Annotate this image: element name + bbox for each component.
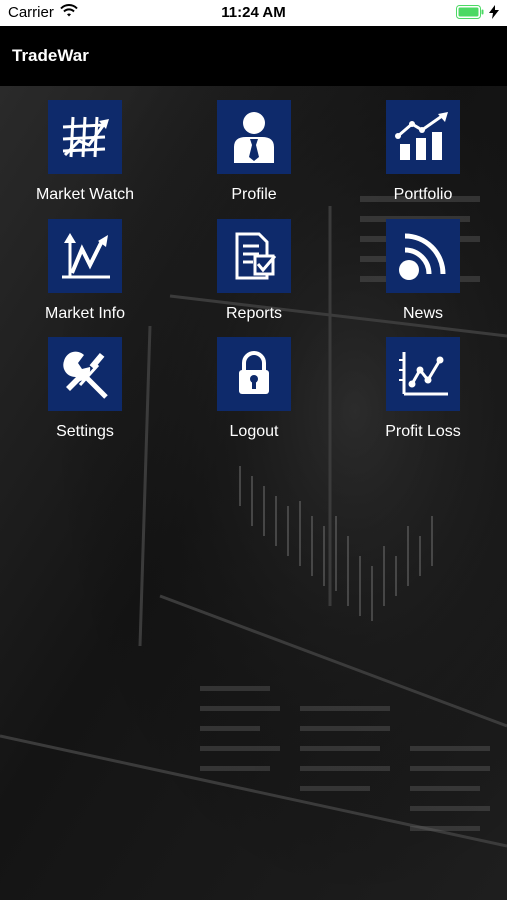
- market-watch-tile[interactable]: [48, 100, 122, 174]
- user-icon: [234, 112, 274, 163]
- portfolio-label: Portfolio: [393, 186, 453, 203]
- battery-icon: [456, 5, 484, 23]
- menu-item-news[interactable]: News: [348, 219, 498, 323]
- wrench-screwdriver-icon: [63, 351, 108, 399]
- menu-item-profit-loss[interactable]: Profit Loss: [348, 337, 498, 441]
- market-watch-label: Market Watch: [35, 186, 135, 203]
- profile-label: Profile: [231, 186, 277, 203]
- settings-tile[interactable]: [48, 337, 122, 411]
- menu-item-portfolio[interactable]: Portfolio: [348, 100, 498, 204]
- reports-tile[interactable]: [217, 219, 291, 293]
- market-info-tile[interactable]: [48, 219, 122, 293]
- settings-label: Settings: [56, 423, 114, 440]
- logout-label: Logout: [229, 423, 279, 440]
- background-trading-screen: [0, 86, 507, 900]
- lock-icon: [239, 351, 269, 394]
- charging-bolt-icon: [489, 5, 499, 23]
- profile-tile[interactable]: [217, 100, 291, 174]
- status-time: 11:24 AM: [221, 4, 286, 21]
- menu-item-market-info[interactable]: Market Info: [10, 219, 160, 323]
- reports-label: Reports: [225, 305, 283, 322]
- rss-icon: [399, 233, 446, 280]
- status-right: [456, 5, 499, 23]
- menu-item-market-watch[interactable]: Market Watch: [10, 100, 160, 204]
- app-title: TradeWar: [12, 46, 89, 65]
- menu-item-profile[interactable]: Profile: [179, 100, 329, 204]
- navigation-bar: TradeWar: [0, 26, 507, 86]
- news-tile[interactable]: [386, 219, 460, 293]
- line-chart-icon: [62, 233, 110, 279]
- report-check-icon: [235, 232, 277, 280]
- portfolio-tile[interactable]: [386, 100, 460, 174]
- chart-grid-icon: [62, 116, 109, 158]
- menu-item-settings[interactable]: Settings: [10, 337, 160, 441]
- profit-loss-tile[interactable]: [386, 337, 460, 411]
- market-info-label: Market Info: [44, 305, 126, 322]
- status-bar: Carrier 11:24 AM: [0, 0, 507, 26]
- scatter-line-icon: [399, 352, 448, 396]
- app-screen: Carrier 11:24 AM TradeWar Market Watch P…: [0, 0, 507, 900]
- menu-item-reports[interactable]: Reports: [179, 219, 329, 323]
- logout-tile[interactable]: [217, 337, 291, 411]
- menu-item-logout[interactable]: Logout: [179, 337, 329, 441]
- bar-chart-trend-icon: [395, 112, 448, 160]
- news-label: News: [402, 305, 443, 322]
- profit-loss-label: Profit Loss: [385, 423, 461, 440]
